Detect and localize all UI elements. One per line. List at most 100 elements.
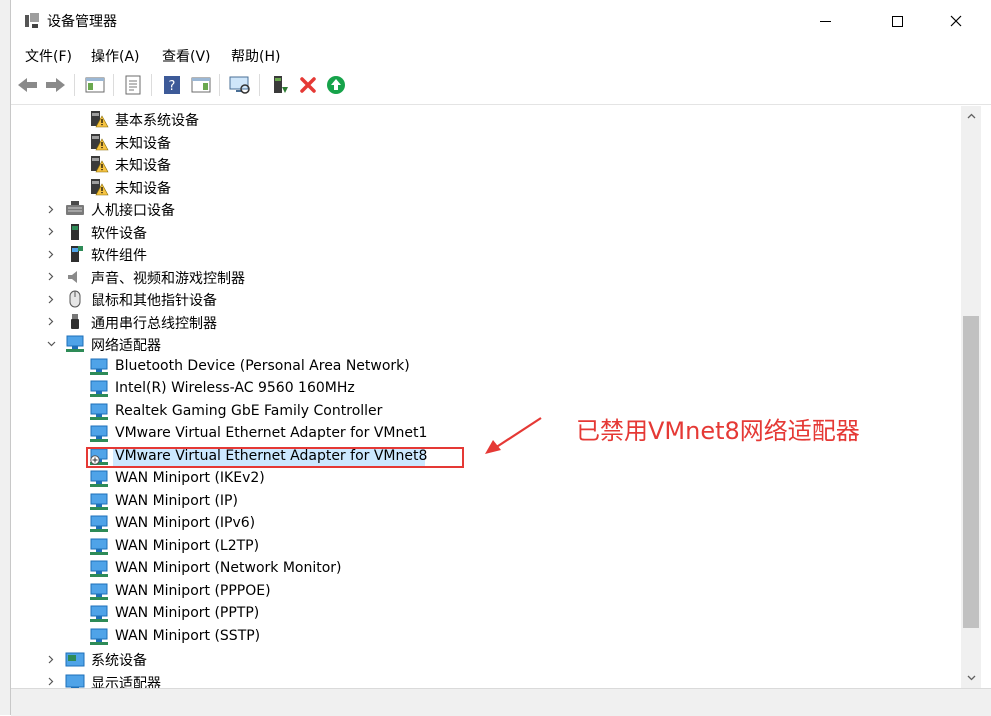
tree-node[interactable]: 系统设备 (13, 648, 959, 670)
tree-node[interactable]: Bluetooth Device (Personal Area Network) (13, 356, 959, 378)
highlight-box (86, 447, 464, 468)
tree-node[interactable]: 未知设备 (13, 176, 959, 198)
tree-node[interactable]: WAN Miniport (PPTP) (13, 603, 959, 625)
tree-node-label: 鼠标和其他指针设备 (91, 293, 217, 309)
tree-node-label: WAN Miniport (Network Monitor) (115, 560, 342, 576)
action-pane-button[interactable] (189, 73, 213, 97)
tree-node-label: Bluetooth Device (Personal Area Network) (115, 357, 410, 374)
expand-button[interactable] (46, 203, 56, 215)
tree-node[interactable]: WAN Miniport (SSTP) (13, 626, 959, 648)
background-window-edge (0, 0, 10, 715)
window-title: 设备管理器 (47, 14, 117, 30)
tree-node[interactable]: WAN Miniport (PPPOE) (13, 581, 959, 603)
chevron-right-icon (48, 655, 54, 663)
tree-node[interactable]: WAN Miniport (IPv6) (13, 513, 959, 535)
uninstall-icon (300, 77, 316, 93)
update-driver-icon (274, 76, 288, 93)
scan-hardware-button[interactable] (228, 73, 252, 97)
tree-node-label: 未知设备 (115, 180, 171, 197)
help-button[interactable]: ? (160, 73, 184, 97)
chevron-right-icon (48, 317, 54, 326)
network-adapter-icon (90, 403, 108, 420)
properties-button[interactable] (121, 73, 145, 97)
tree-node[interactable]: 声音、视频和游戏控制器 (13, 266, 959, 288)
expand-button[interactable] (46, 271, 56, 283)
network-adapter-icon (90, 493, 108, 510)
tree-node-label: 未知设备 (115, 158, 171, 174)
toolbar-separator (113, 74, 114, 96)
device-tree[interactable]: 基本系统设备 未知设备 未知设备 未知设备 人机接口设备 软件设备 软件组件 声音、视频和游戏… (13, 106, 959, 688)
tree-node-label: WAN Miniport (SSTP) (115, 627, 261, 644)
menu-action[interactable]: 操作(A) (91, 46, 140, 66)
menu-view[interactable]: 查看(V) (162, 46, 211, 66)
tree-node-label: WAN Miniport (IPv6) (115, 515, 256, 531)
enable-device-button[interactable] (324, 73, 348, 97)
forward-icon (46, 78, 65, 92)
chevron-down-icon (47, 341, 55, 347)
tree-node[interactable]: 软件组件 (13, 243, 959, 265)
tree-node[interactable]: WAN Miniport (IP) (13, 491, 959, 513)
menu-bar: 文件(F) 操作(A) 查看(V) 帮助(H) (11, 42, 991, 68)
close-icon (950, 15, 962, 27)
tree-node-label: 声音、视频和游戏控制器 (91, 270, 245, 287)
minimize-button[interactable] (802, 0, 848, 42)
show-hide-tree-button[interactable] (83, 73, 107, 97)
toolbar: ? (11, 68, 991, 105)
tree-node-label: WAN Miniport (PPTP) (115, 605, 260, 621)
scroll-up-button[interactable] (961, 106, 981, 126)
expand-button[interactable] (46, 653, 56, 665)
expand-button[interactable] (46, 676, 56, 688)
tree-node[interactable]: 未知设备 (13, 153, 959, 175)
warning-device-icon (91, 111, 109, 128)
back-icon (18, 78, 37, 92)
tree-node[interactable]: 鼠标和其他指针设备 (13, 288, 959, 310)
network-adapter-icon (66, 335, 84, 352)
network-adapter-icon (90, 605, 108, 622)
network-adapter-icon (90, 583, 108, 600)
back-button[interactable] (16, 73, 40, 97)
tree-node[interactable]: 人机接口设备 (13, 198, 959, 220)
toolbar-separator (151, 74, 152, 96)
expand-button[interactable] (46, 293, 56, 305)
tree-node-label: WAN Miniport (IKEv2) (115, 470, 265, 486)
network-adapter-icon (90, 470, 108, 487)
tree-node[interactable]: 未知设备 (13, 131, 959, 153)
maximize-button[interactable] (874, 0, 920, 42)
tree-node[interactable]: 软件设备 (13, 221, 959, 243)
collapse-button[interactable] (46, 338, 56, 350)
scroll-down-button[interactable] (961, 668, 981, 688)
expand-button[interactable] (46, 316, 56, 328)
close-button[interactable] (933, 0, 979, 42)
usb-icon (71, 313, 79, 329)
status-bar (11, 688, 991, 716)
properties-icon (125, 75, 141, 95)
menu-file[interactable]: 文件(F) (25, 46, 72, 66)
tree-node[interactable]: WAN Miniport (IKEv2) (13, 468, 959, 490)
minimize-icon (819, 20, 831, 22)
chevron-right-icon (48, 272, 54, 281)
tree-node-label: 软件设备 (91, 225, 147, 242)
network-adapter-icon (90, 628, 108, 645)
tree-node[interactable]: Intel(R) Wireless-AC 9560 160MHz (13, 378, 959, 400)
uninstall-button[interactable] (296, 73, 320, 97)
tree-node[interactable]: WAN Miniport (L2TP) (13, 536, 959, 558)
menu-help[interactable]: 帮助(H) (231, 46, 280, 66)
update-driver-button[interactable] (268, 73, 292, 97)
tree-node[interactable]: WAN Miniport (Network Monitor) (13, 558, 959, 580)
network-adapter-icon (90, 358, 108, 375)
device-manager-app-icon (25, 13, 39, 28)
action-pane-icon (191, 77, 211, 93)
tree-node[interactable]: 基本系统设备 (13, 108, 959, 130)
expand-button[interactable] (46, 248, 56, 260)
forward-button[interactable] (43, 73, 67, 97)
tree-node[interactable]: 通用串行总线控制器 (13, 311, 959, 333)
scroll-down-icon (967, 675, 975, 681)
expand-button[interactable] (46, 226, 56, 238)
title-bar[interactable]: 设备管理器 (11, 0, 991, 42)
tree-node[interactable]: 显示适配器 (13, 671, 959, 688)
chevron-right-icon (48, 205, 54, 213)
tree-node[interactable]: 网络适配器 (13, 333, 959, 355)
scrollbar-thumb[interactable] (963, 316, 979, 628)
toolbar-separator (259, 74, 260, 96)
vertical-scrollbar[interactable] (961, 106, 981, 688)
